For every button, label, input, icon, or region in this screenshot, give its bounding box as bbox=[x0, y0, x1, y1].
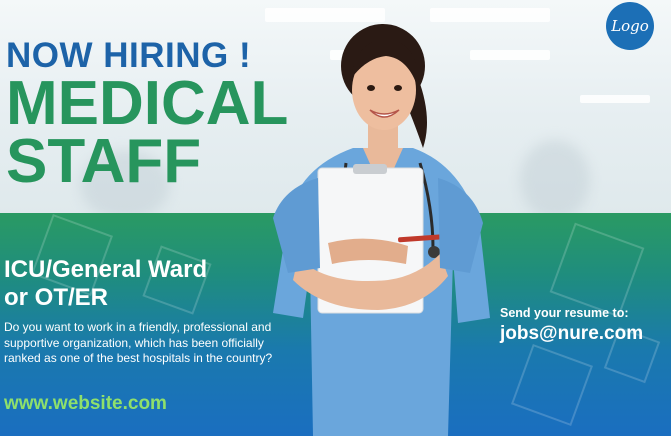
ceiling-light bbox=[580, 95, 650, 103]
hiring-flyer: Logo NOW HIRING ! MEDICAL STAFF ICU/Gene… bbox=[0, 0, 671, 436]
role-line-1: ICU/General Ward bbox=[4, 256, 208, 283]
resume-label: Send your resume to: bbox=[500, 306, 629, 320]
decor-cross bbox=[549, 222, 645, 318]
role-title: ICU/General Ward or OT/ER bbox=[4, 256, 207, 312]
staff-heading: STAFF bbox=[6, 127, 202, 196]
logo: Logo bbox=[606, 2, 654, 50]
website-link[interactable]: www.website.com bbox=[4, 393, 167, 415]
nurse-image bbox=[273, 24, 490, 436]
description: Do you want to work in a friendly, profe… bbox=[4, 320, 273, 365]
medical-heading: MEDICAL bbox=[6, 69, 289, 138]
background-person bbox=[520, 140, 590, 220]
role-line-2: or OT/ER bbox=[4, 284, 109, 311]
resume-email-link[interactable]: jobs@nure.com bbox=[500, 323, 643, 345]
decor-cross bbox=[510, 343, 594, 427]
